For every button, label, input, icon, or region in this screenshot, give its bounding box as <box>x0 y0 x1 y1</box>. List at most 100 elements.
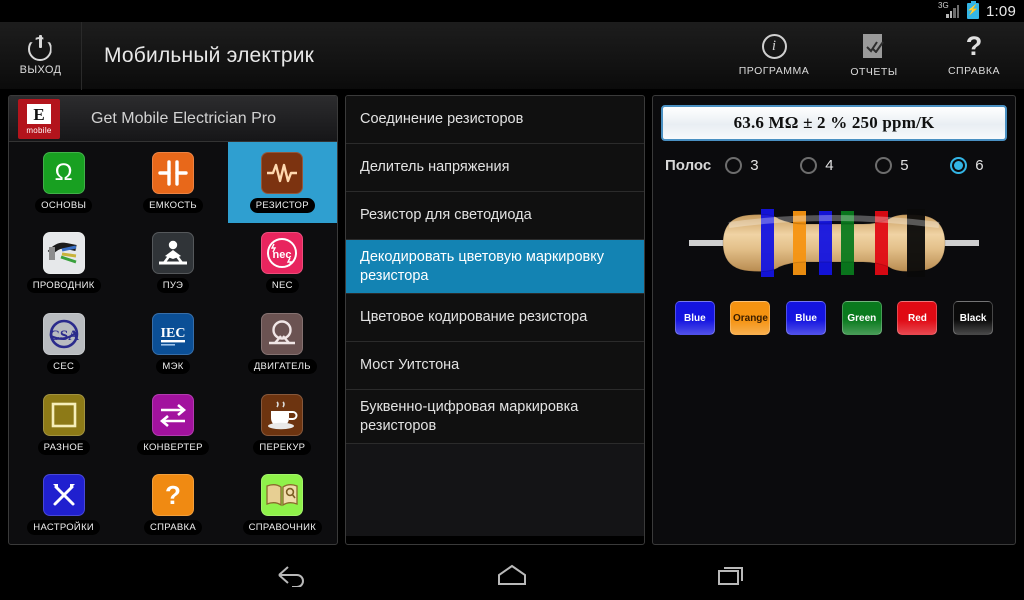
home-icon[interactable] <box>477 555 547 595</box>
module-tile-label: РЕЗИСТОР <box>249 197 315 213</box>
square-icon <box>42 393 85 436</box>
module-tile-label: ПРОВОДНИК <box>26 278 101 294</box>
back-icon[interactable] <box>257 555 327 595</box>
module-tile-конвертер[interactable]: КОНВЕРТЕР <box>118 384 227 465</box>
electrician-icon <box>151 232 194 275</box>
module-tile-label: СПРАВКА <box>143 520 203 536</box>
band-color-button-1[interactable]: Blue <box>674 301 715 335</box>
page-title: Мобильный электрик <box>104 43 315 67</box>
band-count-radio-group: 3 4 5 6 <box>725 157 1015 174</box>
tools-icon <box>42 474 85 517</box>
module-grid: Ω ОСНОВЫ ЕМКОСТЬ РЕЗИСТОР ПРОВОДНИК ПУЭ ne… <box>9 142 337 544</box>
promo-header[interactable]: E mobile Get Mobile Electrician Pro <box>9 96 337 142</box>
module-tile-cec[interactable]: CSA CEC <box>9 303 118 384</box>
module-tile-label: КОНВЕРТЕР <box>137 439 209 455</box>
module-tile-label: РАЗНОЕ <box>37 439 90 455</box>
result-field[interactable]: 63.6 MΩ ± 2 % 250 ppm/K <box>661 105 1007 141</box>
band-count-option-5[interactable]: 5 <box>875 157 950 174</box>
cable-icon <box>42 232 85 275</box>
book-icon <box>261 474 304 517</box>
exit-button[interactable]: ВЫХОД <box>0 21 82 90</box>
menu-item[interactable]: Цветовое кодирование резистора <box>346 294 644 343</box>
module-tile-резистор[interactable]: РЕЗИСТОР <box>227 142 337 223</box>
module-tile-label: ПЕРЕКУР <box>253 439 312 455</box>
band-color-button-4[interactable]: Green <box>841 301 882 335</box>
band-color-buttons: Blue Orange Blue Green Red Black <box>653 295 1015 335</box>
module-tile-label: МЭК <box>156 358 190 374</box>
module-tile-проводник[interactable]: ПРОВОДНИК <box>9 223 118 304</box>
logo-subtext: mobile <box>26 126 52 135</box>
menu-item[interactable]: Резистор для светодиода <box>346 192 644 240</box>
menu-item[interactable]: Мост Уитстона <box>346 342 644 391</box>
band-color-button-2[interactable]: Orange <box>730 301 771 335</box>
module-tile-справочник[interactable]: СПРАВОЧНИК <box>228 464 337 544</box>
program-button-label: ПРОГРАММА <box>738 65 810 77</box>
help-button[interactable]: ? СПРАВКА <box>924 22 1024 90</box>
radio-button-icon[interactable] <box>950 157 968 174</box>
band-count-option-label: 5 <box>900 157 909 174</box>
band-count-selector: Полос 3 4 5 6 <box>665 157 1015 174</box>
exit-button-label: ВЫХОД <box>19 64 62 76</box>
radio-button-icon[interactable] <box>800 157 818 174</box>
band-count-option-label: 6 <box>975 157 984 174</box>
radio-button-icon[interactable] <box>875 157 893 174</box>
menu-item[interactable]: Буквенно-цифровая маркировка резисторов <box>346 390 644 445</box>
band-count-option-4[interactable]: 4 <box>800 157 875 174</box>
module-tile-разное[interactable]: РАЗНОЕ <box>9 384 118 465</box>
csa-badge-icon: CSA <box>42 312 85 355</box>
android-navigation-bar <box>0 550 1024 600</box>
report-check-icon <box>861 33 887 60</box>
module-tile-label: CEC <box>47 358 81 374</box>
band-count-option-3[interactable]: 3 <box>725 157 800 174</box>
action-bar: ВЫХОД Мобильный электрик i ПРОГРАММА ОТЧ… <box>0 21 1024 90</box>
module-tile-label: NEC <box>265 278 299 294</box>
info-icon: i <box>761 34 787 59</box>
band-count-label: Полос <box>665 157 712 174</box>
menu-item[interactable]: Соединение резисторов <box>346 96 644 144</box>
reports-button-label: ОТЧЕТЫ <box>850 65 898 78</box>
help-button-label: СПРАВКА <box>947 65 1001 77</box>
recents-icon[interactable] <box>697 555 767 595</box>
module-tile-настройки[interactable]: НАСТРОЙКИ <box>9 464 118 544</box>
emobile-logo-icon: E mobile <box>18 98 60 139</box>
module-grid-panel: E mobile Get Mobile Electrician Pro Ω ОСН… <box>8 95 338 545</box>
calculation-menu-list: Соединение резисторов Делитель напряжения… <box>346 96 644 445</box>
program-button[interactable]: i ПРОГРАММА <box>724 22 824 90</box>
menu-item[interactable]: Делитель напряжения <box>346 144 644 192</box>
power-icon <box>27 35 54 61</box>
status-bar: 3G ⚡ 1:09 <box>0 0 1024 22</box>
band-count-option-label: 4 <box>825 157 834 174</box>
main-content: E mobile Get Mobile Electrician Pro Ω ОСН… <box>0 90 1024 550</box>
band-count-option-6[interactable]: 6 <box>950 157 1015 174</box>
module-tile-label: ДВИГАТЕЛЬ <box>247 358 317 374</box>
module-tile-емкость[interactable]: ЕМКОСТЬ <box>118 142 227 223</box>
motor-icon <box>261 312 304 355</box>
coffee-cup-icon <box>261 393 304 436</box>
menu-item[interactable]: Декодировать цветовую маркировку резисто… <box>346 240 644 295</box>
question-mark-icon: ? <box>965 31 983 61</box>
omega-icon: Ω <box>42 151 85 194</box>
nec-badge-icon: nec <box>261 232 304 275</box>
band-color-button-3[interactable]: Blue <box>786 301 827 335</box>
band-color-button-6[interactable]: Black <box>953 301 994 335</box>
calculation-menu-panel: Соединение резисторов Делитель напряжения… <box>345 95 645 545</box>
band-color-button-5[interactable]: Red <box>897 301 938 335</box>
module-tile-основы[interactable]: Ω ОСНОВЫ <box>9 142 118 223</box>
module-tile-справка[interactable]: ? СПРАВКА <box>118 464 227 544</box>
module-tile-двигатель[interactable]: ДВИГАТЕЛЬ <box>228 303 337 384</box>
module-tile-пуэ[interactable]: ПУЭ <box>118 223 227 304</box>
module-tile-перекур[interactable]: ПЕРЕКУР <box>228 384 337 465</box>
module-tile-label: ОСНОВЫ <box>35 197 93 213</box>
converter-icon <box>151 393 194 436</box>
module-tile-label: СПРАВОЧНИК <box>242 520 323 536</box>
iec-badge-icon: IEC <box>151 312 194 355</box>
radio-button-icon[interactable] <box>725 157 743 174</box>
module-tile-label: НАСТРОЙКИ <box>27 520 101 536</box>
module-tile-nec[interactable]: nec NEC <box>228 223 337 304</box>
module-tile-мэк[interactable]: IEC МЭК <box>118 303 227 384</box>
question-icon: ? <box>151 474 194 517</box>
status-clock: 1:09 <box>986 2 1016 20</box>
reports-button[interactable]: ОТЧЕТЫ <box>824 22 924 90</box>
band-count-option-label: 3 <box>750 157 759 174</box>
capacitor-icon <box>151 151 194 194</box>
